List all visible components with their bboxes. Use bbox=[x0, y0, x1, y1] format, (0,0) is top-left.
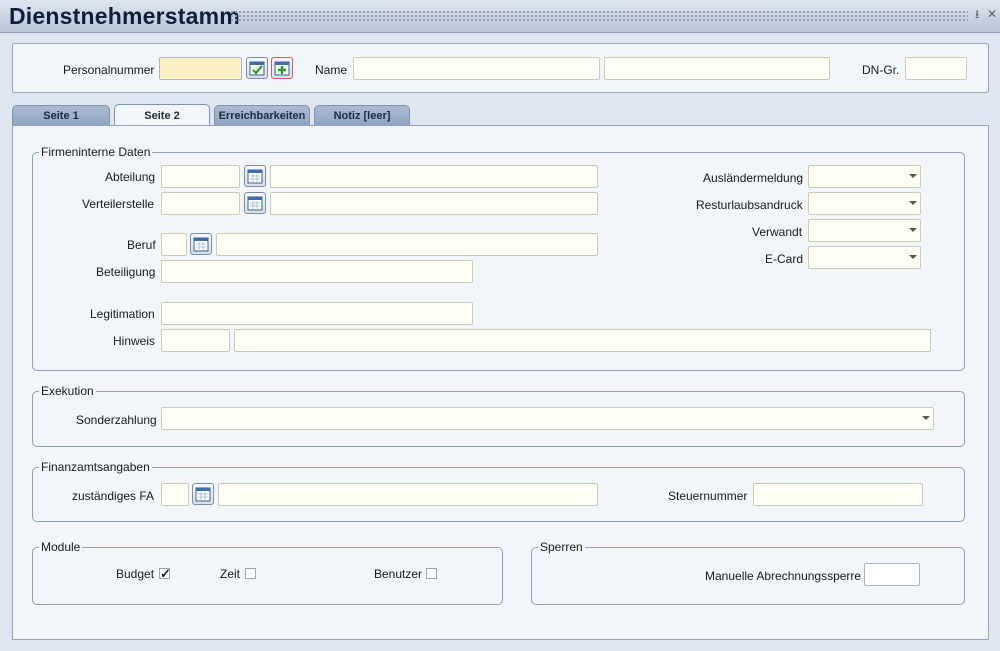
resturlaubsandruck-select[interactable] bbox=[808, 192, 921, 215]
tab-erreichbarkeiten[interactable]: Erreichbarkeiten bbox=[214, 105, 310, 125]
verteilerstelle-label: Verteilerstelle bbox=[82, 197, 155, 211]
verteilerstelle-text-input[interactable] bbox=[270, 192, 598, 215]
verteilerstelle-code-input[interactable] bbox=[161, 192, 240, 215]
fa-lookup-button[interactable] bbox=[192, 483, 214, 505]
chevron-down-icon bbox=[909, 255, 917, 259]
auslaendermeldung-select[interactable] bbox=[808, 165, 921, 188]
abteilung-lookup-button[interactable] bbox=[244, 165, 266, 187]
budget-checkbox[interactable]: ✓ bbox=[159, 566, 171, 581]
verteilerstelle-lookup-button[interactable] bbox=[244, 192, 266, 214]
fa-code-input[interactable] bbox=[161, 483, 189, 506]
personalnummer-label: Personalnummer bbox=[63, 63, 155, 77]
beruf-text-input[interactable] bbox=[216, 233, 598, 256]
abteilung-code-input[interactable] bbox=[161, 165, 240, 188]
confirm-button[interactable] bbox=[246, 57, 268, 79]
legitimation-input[interactable] bbox=[161, 302, 473, 325]
dn-gr-input[interactable] bbox=[905, 57, 967, 80]
ecard-label: E-Card bbox=[765, 252, 804, 266]
name-label: Name bbox=[315, 63, 348, 77]
auslaendermeldung-label: Ausländermeldung bbox=[703, 171, 804, 185]
hinweis-text-input[interactable] bbox=[234, 329, 931, 352]
tab-seite-1[interactable]: Seite 1 bbox=[12, 105, 110, 125]
module-legend: Module bbox=[39, 540, 83, 554]
calendar-lookup-icon bbox=[193, 237, 209, 252]
zustaendiges-fa-label: zuständiges FA bbox=[72, 489, 155, 503]
finanzamtsangaben-legend: Finanzamtsangaben bbox=[39, 460, 152, 474]
hinweis-code-input[interactable] bbox=[161, 329, 230, 352]
close-icon[interactable]: ✕ bbox=[987, 8, 997, 20]
chevron-down-icon bbox=[909, 174, 917, 178]
minimize-icon[interactable]: ⭳ bbox=[975, 8, 979, 20]
calendar-lookup-icon bbox=[247, 196, 263, 211]
plus-icon bbox=[274, 61, 290, 76]
resturlaubsandruck-label: Resturlaubsandruck bbox=[696, 198, 803, 212]
personalnummer-input[interactable] bbox=[159, 57, 242, 80]
verwandt-select[interactable] bbox=[808, 219, 921, 242]
chevron-down-icon bbox=[922, 416, 930, 420]
sonderzahlung-select[interactable] bbox=[161, 407, 934, 430]
exekution-legend: Exekution bbox=[39, 384, 96, 398]
legitimation-label: Legitimation bbox=[90, 307, 155, 321]
beruf-label: Beruf bbox=[127, 238, 156, 252]
sperren-legend: Sperren bbox=[538, 540, 585, 554]
chevron-down-icon bbox=[909, 201, 917, 205]
fa-text-input[interactable] bbox=[218, 483, 598, 506]
beteiligung-label: Beteiligung bbox=[96, 265, 156, 279]
dn-gr-label: DN-Gr. bbox=[862, 63, 900, 77]
beruf-code-input[interactable] bbox=[161, 233, 187, 256]
title-bar: Dienstnehmerstamm ⭳ ✕ bbox=[0, 0, 1000, 33]
name-first-input[interactable] bbox=[353, 57, 600, 80]
steuernummer-input[interactable] bbox=[753, 483, 923, 506]
budget-label: Budget bbox=[116, 567, 155, 581]
ecard-select[interactable] bbox=[808, 246, 921, 269]
calendar-lookup-icon bbox=[195, 487, 211, 502]
hinweis-label: Hinweis bbox=[113, 334, 156, 348]
name-second-input[interactable] bbox=[604, 57, 830, 80]
firmeninterne-daten-legend: Firmeninterne Daten bbox=[39, 145, 153, 159]
benutzer-label: Benutzer bbox=[374, 567, 423, 581]
check-icon bbox=[249, 61, 265, 76]
chevron-down-icon bbox=[909, 228, 917, 232]
sonderzahlung-label: Sonderzahlung bbox=[76, 413, 157, 427]
benutzer-checkbox[interactable] bbox=[426, 568, 437, 579]
title-bar-pattern bbox=[230, 10, 968, 22]
calendar-lookup-icon bbox=[247, 169, 263, 184]
steuernummer-label: Steuernummer bbox=[668, 489, 748, 503]
verwandt-label: Verwandt bbox=[752, 225, 803, 239]
abteilung-text-input[interactable] bbox=[270, 165, 598, 188]
tab-seite-2[interactable]: Seite 2 bbox=[114, 104, 210, 126]
zeit-checkbox[interactable] bbox=[245, 568, 256, 579]
beteiligung-input[interactable] bbox=[161, 260, 473, 283]
checkmark-icon: ✓ bbox=[160, 566, 171, 581]
beruf-lookup-button[interactable] bbox=[190, 233, 212, 255]
add-button[interactable] bbox=[271, 57, 293, 79]
abrechnungssperre-label: Manuelle Abrechnungssperre bbox=[705, 569, 862, 583]
tab-notiz[interactable]: Notiz [leer] bbox=[314, 105, 410, 125]
abrechnungssperre-input[interactable] bbox=[864, 563, 920, 586]
window-title: Dienstnehmerstamm bbox=[9, 3, 240, 29]
abteilung-label: Abteilung bbox=[105, 170, 156, 184]
zeit-label: Zeit bbox=[220, 567, 241, 581]
